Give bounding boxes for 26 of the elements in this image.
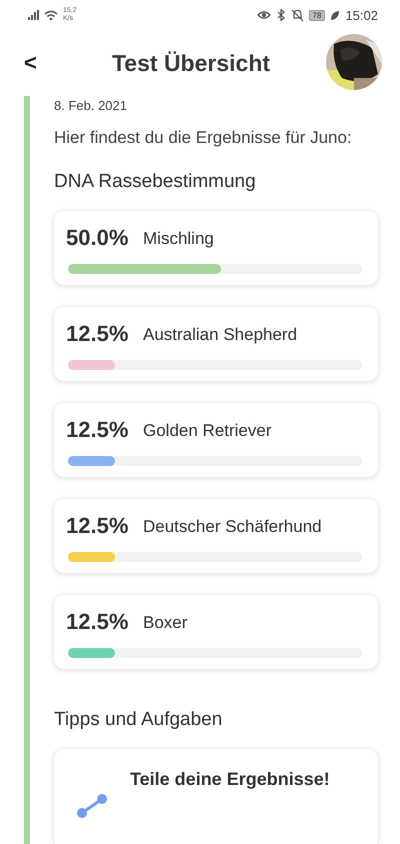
test-date: 8. Feb. 2021 (54, 97, 128, 113)
wifi-icon (44, 10, 58, 20)
leaf-icon (330, 10, 340, 20)
breed-name: Golden Retriever (143, 420, 272, 442)
breed-percentage: 50.0% (66, 225, 130, 251)
share-icon (76, 793, 108, 819)
back-button[interactable]: < (24, 50, 60, 76)
battery-level: 78 (308, 10, 326, 20)
tip-title: Teile deine Ergebnisse! (130, 769, 330, 790)
page-title: Test Übersicht (110, 50, 272, 76)
signal-icon (28, 10, 39, 20)
breed-name: Mischling (143, 228, 214, 250)
breed-name: Boxer (143, 612, 188, 634)
intro-text: Hier findest du die Ergebnisse für Juno: (54, 128, 353, 148)
clock-time: 15:02 (345, 8, 378, 22)
breed-name: Australian Shepherd (143, 324, 298, 346)
breed-percentage: 12.5% (66, 417, 130, 443)
breed-name: Deutscher Schäferhund (143, 516, 322, 538)
bluetooth-icon (276, 9, 286, 21)
section-title: Tipps und Aufgaben (54, 709, 224, 731)
bell-off-icon (290, 8, 304, 22)
breed-percentage: 12.5% (66, 609, 130, 635)
breed-percentage: 12.5% (66, 513, 130, 539)
breed-percentage: 12.5% (66, 321, 130, 347)
section-title: DNA Rassebestimmung (54, 171, 257, 193)
eye-icon (256, 9, 271, 21)
